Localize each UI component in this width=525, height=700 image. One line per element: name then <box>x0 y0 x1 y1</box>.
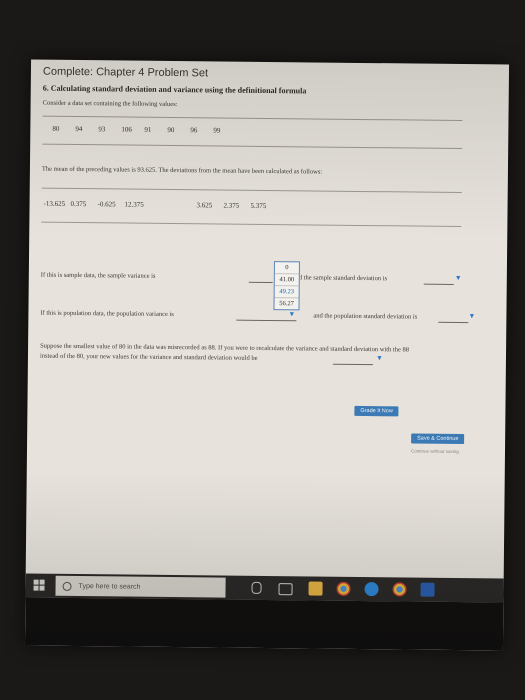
data-value: 80 <box>52 124 60 133</box>
dropdown-option[interactable]: 49.23 <box>274 286 299 299</box>
divider <box>42 115 463 122</box>
data-values-row: 80 94 93 106 91 90 96 99 <box>52 125 236 135</box>
data-value: 93 <box>98 125 106 134</box>
chevron-down-icon[interactable]: ▼ <box>455 274 462 282</box>
microphone-icon[interactable] <box>251 581 262 594</box>
data-value: 91 <box>144 125 152 134</box>
page-title: Complete: Chapter 4 Problem Set <box>42 65 209 80</box>
deviation-value <box>152 201 197 209</box>
deviation-value: 0.375 <box>70 199 87 209</box>
laptop-screen: Complete: Chapter 4 Problem Set 6. Calcu… <box>24 59 510 651</box>
deviation-value: 5.375 <box>250 201 267 210</box>
deviation-value: 2.375 <box>223 201 240 210</box>
divider <box>41 187 462 194</box>
divider <box>42 143 463 150</box>
dropdown-option[interactable]: 0 <box>274 262 299 275</box>
save-continue-button[interactable]: Save & Continue <box>411 433 465 445</box>
sample-sd-text: d the sample standard deviation is <box>298 274 388 283</box>
dropdown-option[interactable]: 41.00 <box>274 274 299 287</box>
data-value: 106 <box>121 125 132 134</box>
population-sd-text: and the population standard deviation is <box>313 312 418 321</box>
deviation-value: -13.625 <box>43 199 66 208</box>
population-variance-text: If this is population data, the populati… <box>40 309 174 319</box>
continue-without-saving-link[interactable]: Continue without saving <box>411 449 459 455</box>
word-icon[interactable] <box>420 582 435 597</box>
divider <box>41 221 462 228</box>
screen-bezel <box>24 597 504 651</box>
chevron-down-icon[interactable]: ▼ <box>376 354 383 362</box>
chevron-down-icon[interactable]: ▼ <box>468 312 475 320</box>
followup-text-2: instead of the 80, your new values for t… <box>39 352 258 362</box>
task-view-icon[interactable] <box>278 583 293 596</box>
edge-icon[interactable] <box>364 582 379 597</box>
deviation-value: 12.375 <box>124 200 144 209</box>
sample-variance-dropdown[interactable] <box>248 273 273 284</box>
deviation-value: -0.625 <box>97 200 116 209</box>
chevron-down-icon[interactable]: ▼ <box>288 310 295 318</box>
problem-page: Complete: Chapter 4 Problem Set 6. Calcu… <box>26 60 509 561</box>
problem-prompt: Consider a data set containing the follo… <box>42 99 178 109</box>
deviation-value: 3.625 <box>196 201 213 210</box>
followup-dropdown[interactable] <box>332 355 373 366</box>
mean-statement: The mean of the preceding values is 93.6… <box>41 165 323 176</box>
data-value: 99 <box>213 126 221 135</box>
search-placeholder: Type here to search <box>78 582 141 591</box>
followup-text-1: Suppose the smallest value of 80 in the … <box>40 342 410 354</box>
dropdown-option[interactable]: 56.27 <box>274 298 298 309</box>
chrome-icon[interactable] <box>392 582 407 597</box>
population-sd-dropdown[interactable] <box>438 313 469 324</box>
problem-heading: 6. Calculating standard deviation and va… <box>42 83 307 96</box>
search-icon <box>62 581 72 591</box>
data-value: 94 <box>75 124 83 134</box>
dropdown-options[interactable]: 0 41.00 49.23 56.27 <box>273 261 300 311</box>
windows-logo-icon[interactable] <box>33 579 46 592</box>
data-value: 90 <box>167 125 175 135</box>
grade-it-now-button[interactable]: Grade It Now <box>354 405 399 417</box>
file-explorer-icon[interactable] <box>308 581 323 596</box>
sample-variance-text: If this is sample data, the sample varia… <box>40 271 156 280</box>
sample-sd-dropdown[interactable] <box>423 275 454 285</box>
chrome-icon[interactable] <box>336 581 351 596</box>
deviations-row: -13.625 0.375 -0.625 12.375 3.625 2.375 … <box>44 200 278 210</box>
taskbar-search-input[interactable]: Type here to search <box>55 575 226 598</box>
data-value: 96 <box>190 126 198 135</box>
